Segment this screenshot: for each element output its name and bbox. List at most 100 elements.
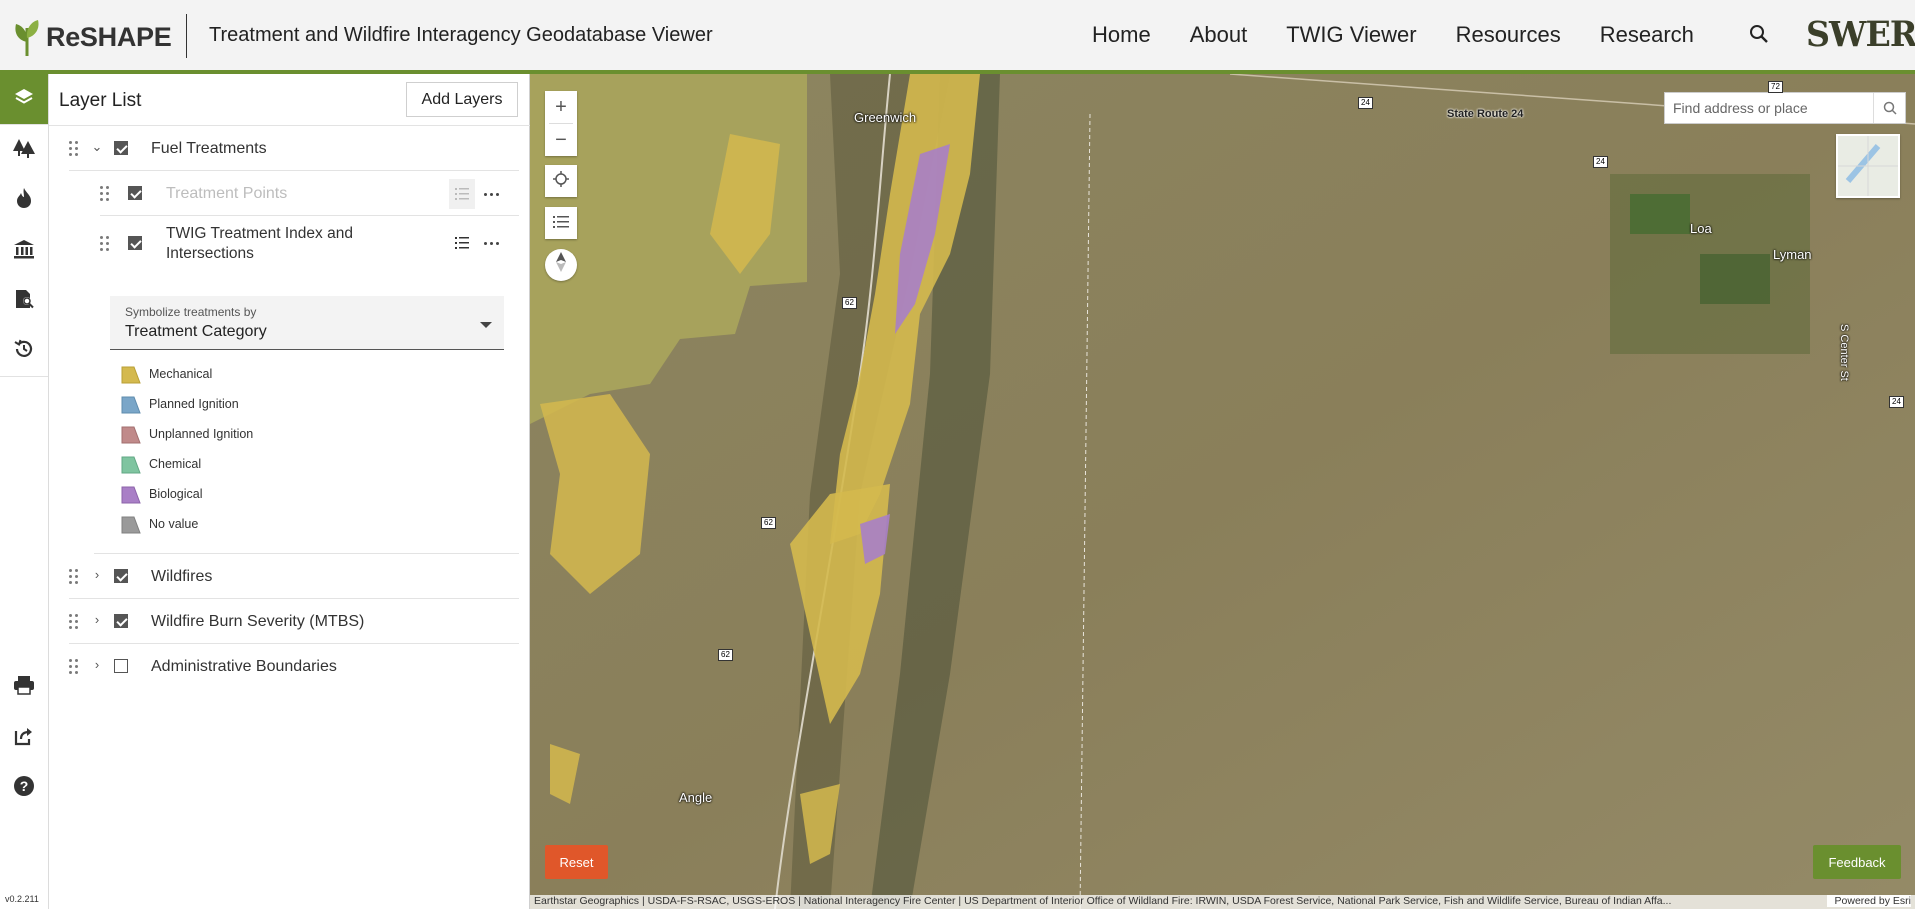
- legend-swatch: [121, 396, 141, 414]
- nav-about[interactable]: About: [1190, 22, 1248, 48]
- zoom-in-button[interactable]: +: [545, 91, 577, 123]
- reset-button[interactable]: Reset: [545, 845, 608, 879]
- nav-resources[interactable]: Resources: [1456, 22, 1561, 48]
- print-button[interactable]: [0, 662, 48, 712]
- symbolize-select[interactable]: Symbolize treatments by Treatment Catego…: [110, 296, 504, 350]
- place-label: Loa: [1690, 221, 1712, 236]
- layers-button[interactable]: [0, 74, 48, 124]
- legend-swatch: [121, 516, 141, 534]
- legend-swatch: [121, 366, 141, 384]
- add-layers-button[interactable]: Add Layers: [406, 82, 518, 117]
- route-shield: 72: [1768, 81, 1783, 93]
- document-search-button[interactable]: [0, 276, 48, 326]
- more-options-icon[interactable]: [482, 233, 502, 253]
- drag-handle-icon[interactable]: [69, 659, 79, 675]
- chevron-right-icon[interactable]: ›: [91, 612, 103, 627]
- caret-down-icon: [480, 322, 492, 328]
- reshape-logo[interactable]: ReSHAPE: [12, 16, 172, 58]
- app-header: ReSHAPE Treatment and Wildfire Interagen…: [0, 0, 1915, 74]
- institution-button[interactable]: [0, 226, 48, 276]
- drag-handle-icon[interactable]: [69, 141, 79, 157]
- layer-visibility-checkbox[interactable]: [114, 569, 128, 583]
- route-shield: 62: [718, 649, 733, 661]
- map-search: [1664, 92, 1906, 124]
- legend-swatch: [121, 456, 141, 474]
- drag-handle-icon[interactable]: [69, 614, 79, 630]
- nav-research[interactable]: Research: [1600, 22, 1694, 48]
- layers-icon: [13, 86, 35, 113]
- layer-visibility-checkbox[interactable]: [128, 186, 142, 200]
- place-label: Greenwich: [854, 110, 917, 125]
- place-label: Angle: [679, 790, 713, 805]
- layer-row-fuel-treatments[interactable]: ⌄ Fuel Treatments: [69, 126, 519, 171]
- compass-button[interactable]: [545, 249, 577, 281]
- legend-swatch: [121, 426, 141, 444]
- select-value: Treatment Category: [125, 323, 267, 340]
- layer-row-admin-boundaries[interactable]: › Administrative Boundaries: [69, 644, 519, 689]
- print-icon: [13, 675, 35, 700]
- chevron-right-icon[interactable]: ›: [91, 567, 103, 582]
- treatments-button[interactable]: [0, 125, 48, 175]
- nav-twig-viewer[interactable]: TWIG Viewer: [1286, 22, 1416, 48]
- drag-handle-icon[interactable]: [69, 569, 79, 585]
- search-icon[interactable]: [1873, 93, 1905, 123]
- legend-label: Unplanned Ignition: [149, 427, 254, 441]
- feedback-button[interactable]: Feedback: [1813, 845, 1901, 879]
- legend-item: Chemical: [121, 454, 421, 474]
- plus-icon: +: [555, 95, 567, 118]
- search-icon[interactable]: [1748, 22, 1772, 48]
- legend-item: Biological: [121, 484, 421, 504]
- legend-swatch: [121, 486, 141, 504]
- map-attribution[interactable]: Earthstar Geographics | USDA-FS-RSAC, US…: [530, 895, 1915, 909]
- layer-visibility-checkbox[interactable]: [114, 141, 128, 155]
- share-button[interactable]: [0, 713, 48, 763]
- road-label: State Route 24: [1447, 108, 1524, 120]
- header-divider: [186, 14, 187, 58]
- select-label: Symbolize treatments by: [125, 305, 257, 319]
- legend-item: Mechanical: [121, 364, 421, 384]
- layer-visibility-checkbox[interactable]: [128, 236, 142, 250]
- version-label: v0.2.211: [5, 894, 39, 904]
- main-nav: Home About TWIG Viewer Resources Researc…: [1092, 22, 1733, 48]
- drag-handle-icon[interactable]: [100, 186, 110, 202]
- layer-visibility-checkbox[interactable]: [114, 614, 128, 628]
- locate-icon: [553, 170, 569, 193]
- chevron-down-icon[interactable]: ⌄: [91, 139, 103, 155]
- layer-name: Fuel Treatments: [151, 140, 267, 157]
- document-search-icon: [13, 288, 35, 315]
- fire-icon: [14, 187, 34, 214]
- nav-home[interactable]: Home: [1092, 22, 1151, 48]
- legend-list-icon[interactable]: [449, 228, 475, 258]
- locate-button[interactable]: [545, 165, 577, 197]
- panel-header: Layer List Add Layers: [49, 74, 530, 126]
- help-icon: ?: [13, 775, 35, 802]
- layer-row-wildfires[interactable]: › Wildfires: [69, 554, 519, 599]
- layer-list-panel: Layer List Add Layers ⌄ Fuel Treatments …: [49, 74, 530, 909]
- route-shield: 62: [842, 297, 857, 309]
- map-legend-button[interactable]: [545, 207, 577, 239]
- layer-name: Wildfire Burn Severity (MTBS): [151, 613, 365, 630]
- layer-visibility-checkbox[interactable]: [114, 659, 128, 673]
- layer-row-twig-treatment-index[interactable]: TWIG Treatment Index and Intersections: [100, 216, 519, 276]
- overview-map[interactable]: [1836, 134, 1900, 198]
- route-shield: 24: [1889, 396, 1904, 408]
- share-icon: [13, 725, 35, 752]
- layer-row-burn-severity[interactable]: › Wildfire Burn Severity (MTBS): [69, 599, 519, 644]
- legend-list-icon[interactable]: [449, 179, 475, 209]
- panel-title: Layer List: [59, 90, 142, 111]
- help-button[interactable]: ?: [0, 763, 48, 813]
- attribution-text: Earthstar Geographics | USDA-FS-RSAC, US…: [534, 895, 1672, 907]
- zoom-out-button[interactable]: −: [545, 124, 577, 156]
- fire-button[interactable]: [0, 175, 48, 225]
- address-search-input[interactable]: [1665, 93, 1873, 123]
- map-view[interactable]: + − Greenwich Loa Lyman Angle State Rout…: [530, 74, 1915, 909]
- more-options-icon[interactable]: [482, 184, 502, 204]
- sweri-logo[interactable]: SWERI: [1806, 14, 1915, 55]
- layer-row-treatment-points[interactable]: Treatment Points: [100, 171, 519, 216]
- chevron-right-icon[interactable]: ›: [91, 657, 103, 672]
- legend-label: Planned Ignition: [149, 397, 239, 411]
- history-button[interactable]: [0, 326, 48, 376]
- app-title: Treatment and Wildfire Interagency Geoda…: [209, 24, 713, 46]
- drag-handle-icon[interactable]: [100, 236, 110, 252]
- powered-by-esri[interactable]: Powered by Esri: [1826, 895, 1911, 907]
